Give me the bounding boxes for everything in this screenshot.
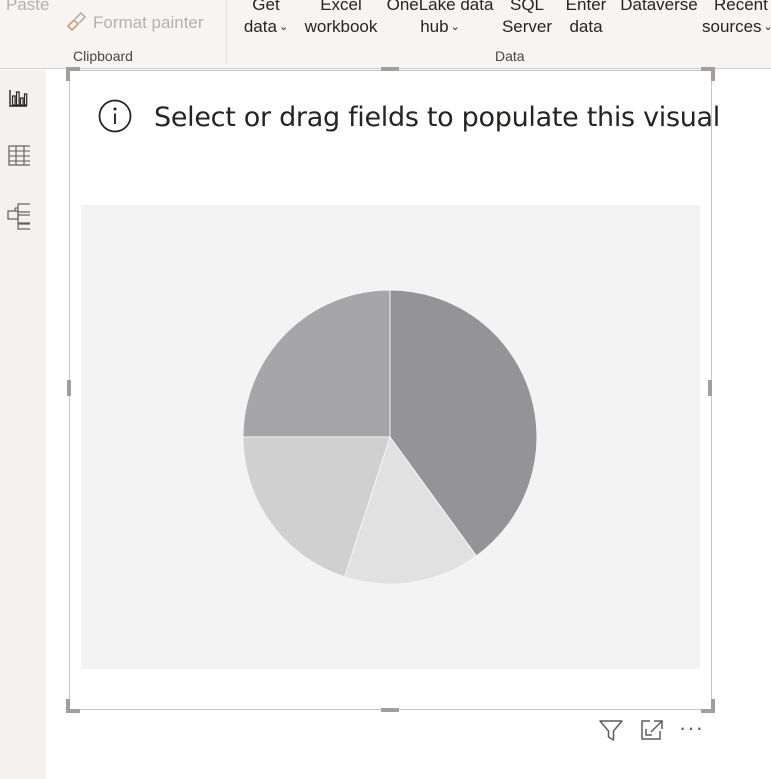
excel-workbook-line2: workbook	[304, 17, 378, 36]
table-view-icon[interactable]	[4, 142, 30, 170]
resize-handle[interactable]	[381, 708, 399, 712]
report-view-icon[interactable]	[4, 84, 30, 112]
onelake-line1: OneLake data	[386, 0, 494, 14]
chevron-down-icon: ⌄	[450, 21, 460, 33]
focus-mode-icon[interactable]	[638, 717, 666, 743]
format-painter-label: Format painter	[93, 13, 204, 32]
paintbrush-icon	[66, 11, 87, 32]
get-data-button[interactable]: Get data ⌄	[240, 0, 292, 38]
resize-handle[interactable]	[381, 67, 399, 71]
recent-sources-button[interactable]: Recent sources ⌄	[702, 0, 771, 38]
chevron-down-icon: ⌄	[763, 21, 771, 33]
enter-data-button[interactable]: Enter data	[563, 0, 609, 38]
resize-handle[interactable]	[66, 67, 70, 81]
model-view-icon[interactable]	[4, 202, 30, 230]
sql-server-line2: Server	[501, 17, 553, 36]
format-painter-button[interactable]: Format painter	[93, 12, 204, 34]
resize-handle[interactable]	[67, 380, 71, 396]
resize-handle[interactable]	[711, 699, 715, 713]
resize-handle[interactable]	[711, 67, 715, 81]
info-icon	[98, 99, 132, 133]
clipboard-group-label: Clipboard	[73, 48, 133, 64]
visual-placeholder-message: Select or drag fields to populate this v…	[154, 102, 720, 133]
recent-sources-line2: sources	[702, 17, 762, 36]
more-options-icon[interactable]: ···	[679, 715, 704, 741]
data-group-label: Data	[495, 48, 525, 64]
enter-data-line1: Enter	[565, 0, 607, 14]
paste-label: Paste	[6, 0, 50, 14]
sql-server-button[interactable]: SQL Server	[500, 0, 554, 38]
get-data-line1: Get	[252, 0, 280, 14]
chevron-down-icon: ⌄	[278, 21, 289, 33]
excel-workbook-line1: Excel	[320, 0, 362, 14]
filter-icon[interactable]	[597, 717, 625, 743]
onelake-line2: hub	[420, 17, 449, 36]
sql-server-line1: SQL	[509, 0, 545, 14]
dataverse-button[interactable]: Dataverse	[618, 0, 700, 16]
excel-workbook-button[interactable]: Excel workbook	[300, 0, 382, 38]
resize-handle[interactable]	[708, 380, 712, 396]
recent-sources-line1: Recent	[714, 0, 768, 14]
enter-data-line2: data	[569, 17, 603, 36]
view-switcher-rail	[0, 70, 46, 779]
ribbon: Paste Format painter Clipboard Get data ⌄…	[0, 0, 771, 69]
dataverse-line1: Dataverse	[620, 0, 698, 14]
group-divider	[226, 0, 227, 64]
paste-button[interactable]: Paste	[6, 0, 49, 16]
get-data-line2: data	[243, 17, 277, 36]
onelake-data-hub-button[interactable]: OneLake data hub ⌄	[385, 0, 495, 38]
resize-handle[interactable]	[66, 699, 70, 713]
